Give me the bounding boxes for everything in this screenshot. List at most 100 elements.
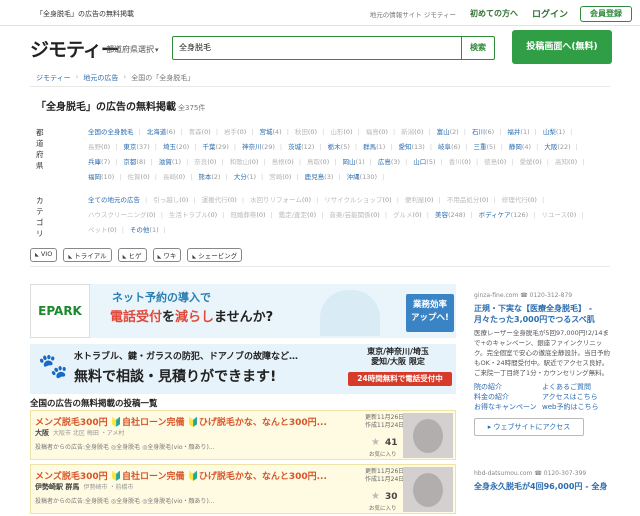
prefecture-item[interactable]: 岡山(1): [342, 157, 371, 167]
post-button[interactable]: 投稿画面へ(無料): [512, 30, 612, 64]
prefecture-item[interactable]: 山梨(1): [543, 127, 572, 137]
register-button[interactable]: 会員登録: [580, 6, 632, 22]
search-button[interactable]: 検索: [461, 36, 495, 60]
prefecture-item-name: 岐阜: [438, 143, 452, 151]
side-ad-link[interactable]: 院の紹介: [474, 382, 542, 392]
site-info-link[interactable]: 地元の情報サイト ジモティー: [370, 9, 456, 19]
category-item: ハウスクリーニング(0): [88, 210, 163, 220]
prefecture-item-count: (1): [171, 158, 182, 166]
prefecture-item-count: (2): [449, 128, 459, 136]
search-input[interactable]: 全身脱毛: [172, 36, 462, 60]
epark-logo-text: EPARK: [38, 304, 82, 318]
prefecture-item-count: (22): [557, 143, 571, 151]
side-ad-link[interactable]: よくあるご質問: [542, 382, 610, 392]
first-time-link[interactable]: 初めての方へ: [470, 8, 518, 19]
prefecture-item[interactable]: 千葉(29): [203, 142, 237, 152]
prefecture-item[interactable]: 沖縄(130): [347, 172, 385, 182]
listing-thumbnail[interactable]: [403, 413, 453, 458]
tag-trial[interactable]: トライアル: [63, 248, 112, 262]
prefecture-item-name: 秋田: [294, 128, 308, 136]
category-item[interactable]: 全ての地元の広告: [88, 195, 147, 205]
side-ad-link[interactable]: web予約はこちら: [542, 402, 610, 412]
breadcrumb-home[interactable]: ジモティー: [36, 73, 71, 83]
list-item[interactable]: メンズ脱毛300円 🔰自社ローン完備 🔰ひげ脱毛かな、なんと300円... 伊勢…: [30, 464, 456, 514]
side-ad-link[interactable]: 料金の紹介: [474, 392, 542, 402]
login-link[interactable]: ログイン: [532, 7, 568, 20]
listing-title[interactable]: メンズ脱毛300円 🔰自社ローン完備 🔰ひげ脱毛かな、なんと300円...: [35, 469, 327, 482]
prefecture-item[interactable]: 大分(1): [234, 172, 263, 182]
prefecture-item[interactable]: 静岡(4): [509, 142, 538, 152]
listing-title[interactable]: メンズ脱毛300円 🔰自社ローン完備 🔰ひげ脱毛かな、なんと300円...: [35, 415, 327, 428]
prefecture-item[interactable]: 群馬(1): [363, 142, 392, 152]
prefecture-item[interactable]: 鹿児島(3): [305, 172, 341, 182]
prefecture-select[interactable]: 都道府県選択▾: [106, 44, 159, 55]
prefecture-item[interactable]: 全国の全身脱毛: [88, 127, 141, 137]
category-item-name: グルメ: [393, 211, 413, 219]
category-item[interactable]: ボディケア(126): [479, 210, 536, 220]
prefecture-item-count: (4): [521, 143, 532, 151]
category-item-count: (0): [567, 211, 577, 219]
prefecture-item[interactable]: 茨城(12): [288, 142, 322, 152]
prefecture-item-name: 神奈川: [242, 143, 262, 151]
favorite-label: お気に入り: [369, 452, 397, 458]
list-item[interactable]: メンズ脱毛300円 🔰自社ローン完備 🔰ひげ脱毛かな、なんと300円... 大阪…: [30, 410, 456, 460]
ad1-emph1: 電話受付: [110, 310, 163, 325]
prefecture-item-count: (1): [246, 173, 257, 181]
prefecture-item[interactable]: 宮城(4): [259, 127, 288, 137]
listing-thumbnail[interactable]: [403, 467, 453, 512]
prefecture-item-count: (12): [301, 143, 315, 151]
prefecture-item[interactable]: 東京(37): [123, 142, 157, 152]
divider: [30, 266, 610, 267]
prefecture-item[interactable]: 埼玉(20): [163, 142, 197, 152]
category-item[interactable]: その他(1): [130, 225, 166, 235]
prefecture-item[interactable]: 岐阜(6): [438, 142, 467, 152]
category-item[interactable]: 美容(248): [435, 210, 473, 220]
repair-banner-ad[interactable]: 🐾 水トラブル、鍵・ガラスの防犯、ドアノブの故障など… 無料で相談・見積りができ…: [30, 344, 456, 394]
prefecture-item-count: (6): [451, 143, 461, 151]
prefecture-item-count: (1): [520, 128, 530, 136]
prefecture-item[interactable]: 京都(8): [123, 157, 152, 167]
prefecture-item[interactable]: 栃木(5): [328, 142, 357, 152]
prefecture-item-count: (0): [284, 158, 294, 166]
prefecture-item-name: 茨城: [288, 143, 302, 151]
prefecture-item-name: 和歌山: [229, 158, 250, 166]
prefecture-item[interactable]: 兵庫(7): [88, 157, 117, 167]
prefecture-item[interactable]: 神奈川(29): [242, 142, 282, 152]
prefecture-item: 新潟(0): [401, 127, 430, 137]
side-ad2-url: hbd-datsumou.com ☎ 0120-307-399: [474, 470, 610, 477]
prefecture-item[interactable]: 福岡(10): [88, 172, 122, 182]
category-item-count: (1): [149, 226, 159, 234]
prefecture-item-name: 宮崎: [269, 173, 283, 181]
side-ad-link[interactable]: アクセスはこちら: [542, 392, 610, 402]
category-item-count: (0): [256, 211, 266, 219]
prefecture-item[interactable]: 滋賀(1): [159, 157, 188, 167]
visit-website-button[interactable]: ▸ ウェブサイトにアクセス: [474, 418, 584, 436]
prefecture-item[interactable]: 富山(2): [437, 127, 466, 137]
prefecture-item-count: (130): [359, 173, 378, 181]
side-ad-title[interactable]: 正規・下実な【医療全身脱毛】 - 月々たった3,000円でつるスベ肌: [474, 303, 610, 325]
prefecture-item[interactable]: 熊本(2): [198, 172, 227, 182]
breadcrumb-local-ads[interactable]: 地元の広告: [83, 73, 118, 83]
star-icon[interactable]: ★: [371, 491, 380, 502]
tag-vio[interactable]: VIO: [30, 248, 58, 262]
prefecture-item-name: 岩手: [224, 128, 238, 136]
prefecture-item[interactable]: 大阪(22): [544, 142, 578, 152]
prefecture-item[interactable]: 三重(5): [473, 142, 502, 152]
prefecture-item[interactable]: 愛知(13): [399, 142, 433, 152]
epark-banner-ad[interactable]: EPARK ネット予約の導入で 電話受付を減らしませんか? 業務効率 アップへ!: [30, 284, 456, 338]
tag-beard[interactable]: ヒゲ: [117, 248, 147, 262]
ad1-tail: ませんか?: [214, 310, 274, 325]
prefecture-item: 香川(0): [449, 157, 478, 167]
prefecture-item: 鳥取(0): [307, 157, 336, 167]
prefecture-item[interactable]: 石川(6): [472, 127, 501, 137]
prefecture-item[interactable]: 広島(3): [378, 157, 407, 167]
prefecture-item[interactable]: 北海道(6): [147, 127, 183, 137]
tag-shaving[interactable]: シェービング: [187, 248, 243, 262]
prefecture-item[interactable]: 山口(5): [413, 157, 442, 167]
category-item: 冠婚葬祭(0): [230, 210, 272, 220]
star-icon[interactable]: ★: [371, 437, 380, 448]
prefecture-item[interactable]: 福井(1): [507, 127, 536, 137]
side-ad2-title[interactable]: 全身永久脱毛が4回96,000円 - 全身: [474, 481, 610, 492]
tag-underarm[interactable]: ワキ: [152, 248, 182, 262]
side-ad-link[interactable]: お得なキャンペーン: [474, 402, 542, 412]
